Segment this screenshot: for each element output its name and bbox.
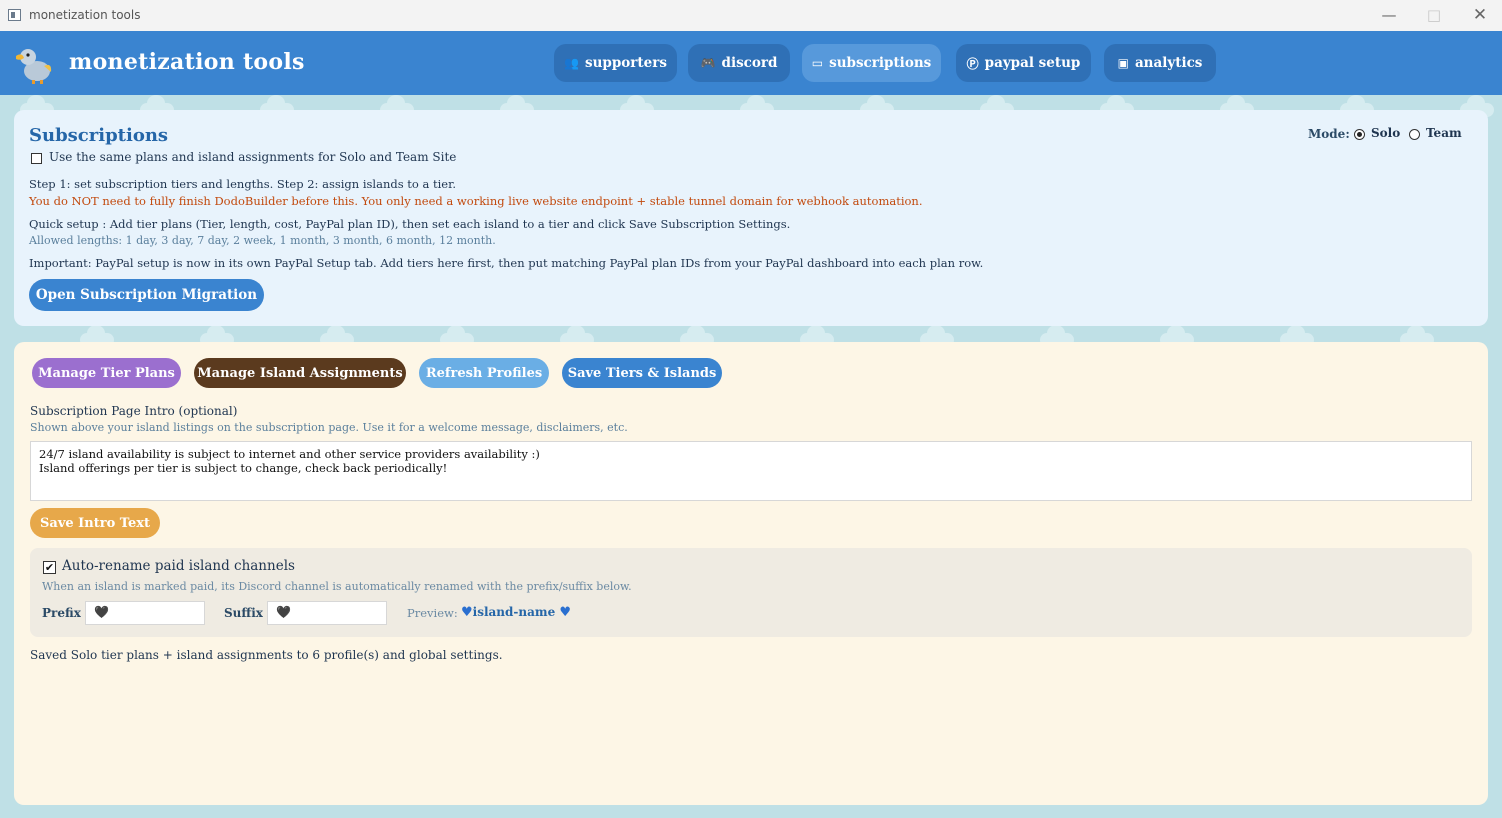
window-titlebar: monetization tools — □ ✕: [0, 0, 1502, 32]
same-plans-checkbox[interactable]: [31, 153, 42, 164]
allowed-lengths-text: Allowed lengths: 1 day, 3 day, 7 day, 2 …: [29, 234, 496, 247]
maximize-icon[interactable]: □: [1419, 4, 1449, 26]
mode-label: Mode:: [1308, 127, 1350, 141]
save-tiers-islands-button[interactable]: Save Tiers & Islands: [562, 358, 722, 388]
step-instructions: Step 1: set subscription tiers and lengt…: [29, 177, 456, 191]
prefix-label: Prefix: [42, 606, 81, 620]
heart-icon: ♥: [461, 605, 473, 620]
tab-label: analytics: [1134, 55, 1203, 71]
same-plans-label: Use the same plans and island assignment…: [49, 150, 457, 164]
tab-label: subscriptions: [829, 55, 932, 71]
manage-island-assignments-button[interactable]: Manage Island Assignments: [194, 358, 406, 388]
tab-label: discord: [721, 55, 778, 71]
page-title: Subscriptions: [29, 125, 169, 146]
tab-discord[interactable]: 🎮 discord: [688, 44, 790, 82]
important-text: Important: PayPal setup is now in its ow…: [29, 256, 984, 270]
mode-solo-label: Solo: [1371, 126, 1401, 140]
suffix-label: Suffix: [224, 606, 263, 620]
dodo-logo-icon: [16, 49, 52, 84]
tab-supporters[interactable]: 👥 supporters: [554, 44, 677, 82]
refresh-profiles-button[interactable]: Refresh Profiles: [419, 358, 549, 388]
gamepad-icon: 🎮: [700, 56, 716, 70]
tab-analytics[interactable]: ▣ analytics: [1104, 44, 1216, 82]
save-intro-button[interactable]: Save Intro Text: [30, 508, 160, 538]
status-message: Saved Solo tier plans + island assignmen…: [30, 648, 503, 662]
auto-rename-checkbox[interactable]: ✔: [43, 561, 56, 574]
warning-text: You do NOT need to fully finish DodoBuil…: [29, 194, 923, 208]
auto-rename-help: When an island is marked paid, its Disco…: [42, 580, 632, 593]
mode-solo-radio[interactable]: [1354, 129, 1365, 140]
tab-paypal-setup[interactable]: Ⓟ paypal setup: [956, 44, 1091, 82]
preview-name: island-name: [472, 605, 556, 619]
suffix-input[interactable]: 🖤: [267, 601, 387, 625]
open-migration-button[interactable]: Open Subscription Migration: [29, 279, 264, 311]
auto-rename-title: Auto-rename paid island channels: [62, 558, 295, 574]
mode-team-radio[interactable]: [1409, 129, 1420, 140]
intro-textarea[interactable]: 24/7 island availability is subject to i…: [30, 441, 1472, 501]
manage-tier-plans-button[interactable]: Manage Tier Plans: [32, 358, 181, 388]
preview-value: ♥island-name ♥: [461, 605, 571, 620]
tab-label: paypal setup: [984, 55, 1081, 71]
quick-setup-text: Quick setup : Add tier plans (Tier, leng…: [29, 217, 791, 231]
card-icon: ▭: [811, 56, 824, 70]
paypal-icon: Ⓟ: [966, 56, 979, 71]
chart-icon: ▣: [1117, 56, 1129, 70]
tab-subscriptions[interactable]: ▭ subscriptions: [802, 44, 941, 82]
heart-icon: ♥: [559, 605, 572, 620]
close-icon[interactable]: ✕: [1465, 4, 1495, 26]
tiers-panel: Manage Tier Plans Manage Island Assignme…: [14, 342, 1488, 805]
intro-help: Shown above your island listings on the …: [30, 421, 628, 434]
intro-line: Island offerings per tier is subject to …: [39, 461, 448, 475]
intro-line: 24/7 island availability is subject to i…: [39, 447, 540, 461]
minimize-icon[interactable]: —: [1374, 4, 1404, 26]
intro-label: Subscription Page Intro (optional): [30, 404, 238, 418]
app-icon: [8, 9, 21, 21]
tab-label: supporters: [585, 55, 667, 71]
prefix-input[interactable]: 🖤: [85, 601, 205, 625]
users-icon: 👥: [564, 56, 579, 70]
subscriptions-info-panel: Subscriptions Use the same plans and isl…: [14, 110, 1488, 326]
app-brand: monetization tools: [69, 49, 305, 75]
preview-label: Preview:: [407, 606, 458, 620]
window-title: monetization tools: [29, 8, 141, 22]
auto-rename-section: ✔ Auto-rename paid island channels When …: [30, 548, 1472, 637]
mode-team-label: Team: [1426, 126, 1462, 140]
app-header: monetization tools 👥 supporters 🎮 discor…: [0, 31, 1502, 95]
